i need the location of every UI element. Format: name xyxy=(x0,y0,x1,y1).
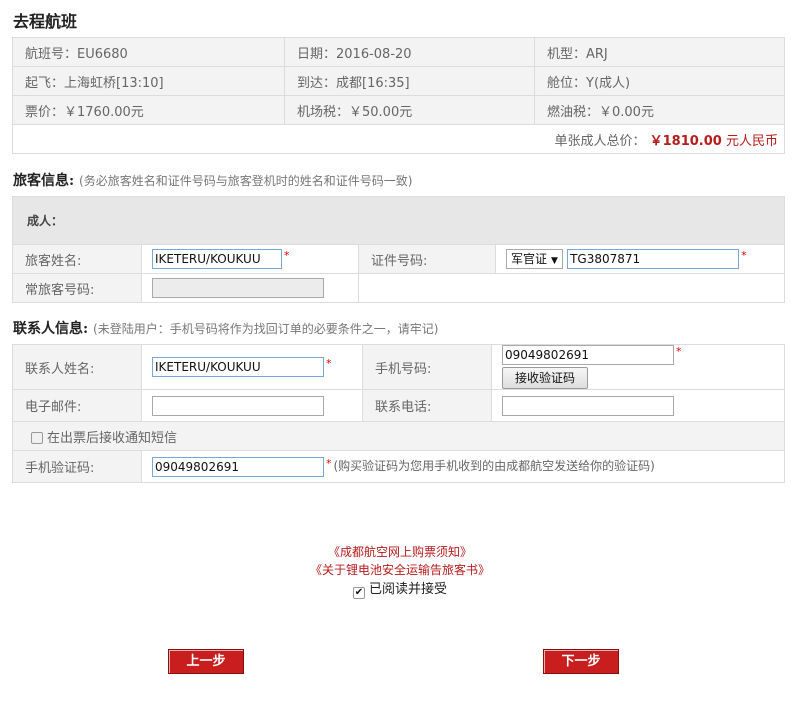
id-number-label: 证件号码: xyxy=(358,244,496,274)
verify-code-input[interactable]: 09049802691 xyxy=(152,456,324,477)
required-mark: * xyxy=(284,249,290,262)
sms-notify-label: 在出票后接收通知短信 xyxy=(47,430,178,446)
passenger-title: 旅客信息: xyxy=(13,173,75,189)
purchase-notice-link[interactable]: 《成都航空网上购票须知》 xyxy=(0,543,800,561)
departure: 起飞：上海虹桥[13:10] xyxy=(12,66,285,96)
fuel-tax: 燃油税：￥0.00元 xyxy=(534,95,785,125)
required-mark: * xyxy=(326,357,332,370)
accept-row: ✔ 已阅读并接受 xyxy=(0,581,800,599)
accept-label: 已阅读并接受 xyxy=(368,582,447,597)
phone-label: 联系电话: xyxy=(362,389,492,422)
frequent-flyer-label: 常旅客号码: xyxy=(12,273,142,303)
id-number-input[interactable]: TG3807871 xyxy=(567,249,740,269)
total-price-row: 单张成人总价： ￥1810.00 元人民币 xyxy=(12,124,785,154)
terms-block: 《成都航空网上购票须知》 《关于锂电池安全运输告旅客书》 ✔ 已阅读并接受 xyxy=(0,543,800,599)
phone-input[interactable] xyxy=(502,395,674,416)
email-label: 电子邮件: xyxy=(12,389,142,422)
passenger-note: (务必旅客姓名和证件号码与旅客登机时的姓名和证件号码一致) xyxy=(79,174,413,188)
contact-note: (未登陆用户：手机号码将作为找回订单的必要条件之一，请牢记) xyxy=(93,322,439,336)
id-type-value: 军官证 xyxy=(511,252,548,266)
flight-info-table: 航班号：EU6680 日期：2016-08-20 机型：ARJ 起飞：上海虹桥[… xyxy=(12,37,785,154)
aircraft-type: 机型：ARJ xyxy=(534,37,785,67)
total-price-label: 单张成人总价： xyxy=(554,133,646,149)
contact-name-label: 联系人姓名: xyxy=(12,344,142,390)
passenger-section-title: 旅客信息: (务必旅客姓名和证件号码与旅客登机时的姓名和证件号码一致) xyxy=(13,170,412,190)
accept-checkbox[interactable]: ✔ xyxy=(352,587,365,599)
chevron-down-icon: ▼ xyxy=(551,256,558,266)
passenger-name-label: 旅客姓名: xyxy=(12,244,142,274)
email-input[interactable] xyxy=(152,395,324,416)
sms-notify-row: 在出票后接收通知短信 xyxy=(12,421,785,451)
get-code-button[interactable]: 接收验证码 xyxy=(502,367,589,389)
sms-notify-checkbox[interactable] xyxy=(31,431,43,444)
required-mark: * xyxy=(676,345,682,359)
required-mark: * xyxy=(326,456,332,470)
battery-notice-link[interactable]: 《关于锂电池安全运输告旅客书》 xyxy=(0,561,800,579)
next-step-button[interactable]: 下一步 xyxy=(543,649,619,674)
verify-code-label: 手机验证码: xyxy=(12,450,142,483)
passenger-name-input[interactable]: IKETERU/KOUKUU xyxy=(152,249,282,269)
total-price-unit: 元人民币 xyxy=(725,133,778,149)
passenger-group-label: 成人： xyxy=(11,196,786,245)
mobile-label: 手机号码: xyxy=(362,344,492,390)
contact-title: 联系人信息: xyxy=(13,321,89,337)
flight-section-title: 去程航班 xyxy=(13,12,78,31)
cabin-class: 舱位：Y(成人) xyxy=(534,66,785,96)
ticket-fare: 票价：￥1760.00元 xyxy=(12,95,285,125)
verify-code-explain: (购买验证码为您用手机收到的由成都航空发送给你的验证码) xyxy=(333,459,655,473)
flight-number: 航班号：EU6680 xyxy=(12,37,285,67)
prev-step-button[interactable]: 上一步 xyxy=(168,649,244,674)
contact-section-title: 联系人信息: (未登陆用户：手机号码将作为找回订单的必要条件之一，请牢记) xyxy=(13,318,438,338)
frequent-flyer-input[interactable] xyxy=(152,278,324,298)
required-mark: * xyxy=(741,249,747,262)
total-price-amount: ￥1810.00 xyxy=(649,133,722,149)
empty-cell xyxy=(357,273,786,303)
arrival: 到达：成都[16:35] xyxy=(284,66,535,96)
contact-name-input[interactable]: IKETERU/KOUKUU xyxy=(152,357,324,377)
airport-tax: 机场税：￥50.00元 xyxy=(284,95,535,125)
passenger-table: 成人： 旅客姓名: IKETERU/KOUKUU * 证件号码: 军官证 ▼ TG3… xyxy=(11,196,786,303)
mobile-input[interactable]: 09049802691 xyxy=(502,345,674,365)
flight-date: 日期：2016-08-20 xyxy=(284,37,535,67)
contact-table: 联系人姓名: IKETERU/KOUKUU * 手机号码: 09049802691… xyxy=(12,344,785,483)
id-type-select[interactable]: 军官证 ▼ xyxy=(506,249,563,269)
